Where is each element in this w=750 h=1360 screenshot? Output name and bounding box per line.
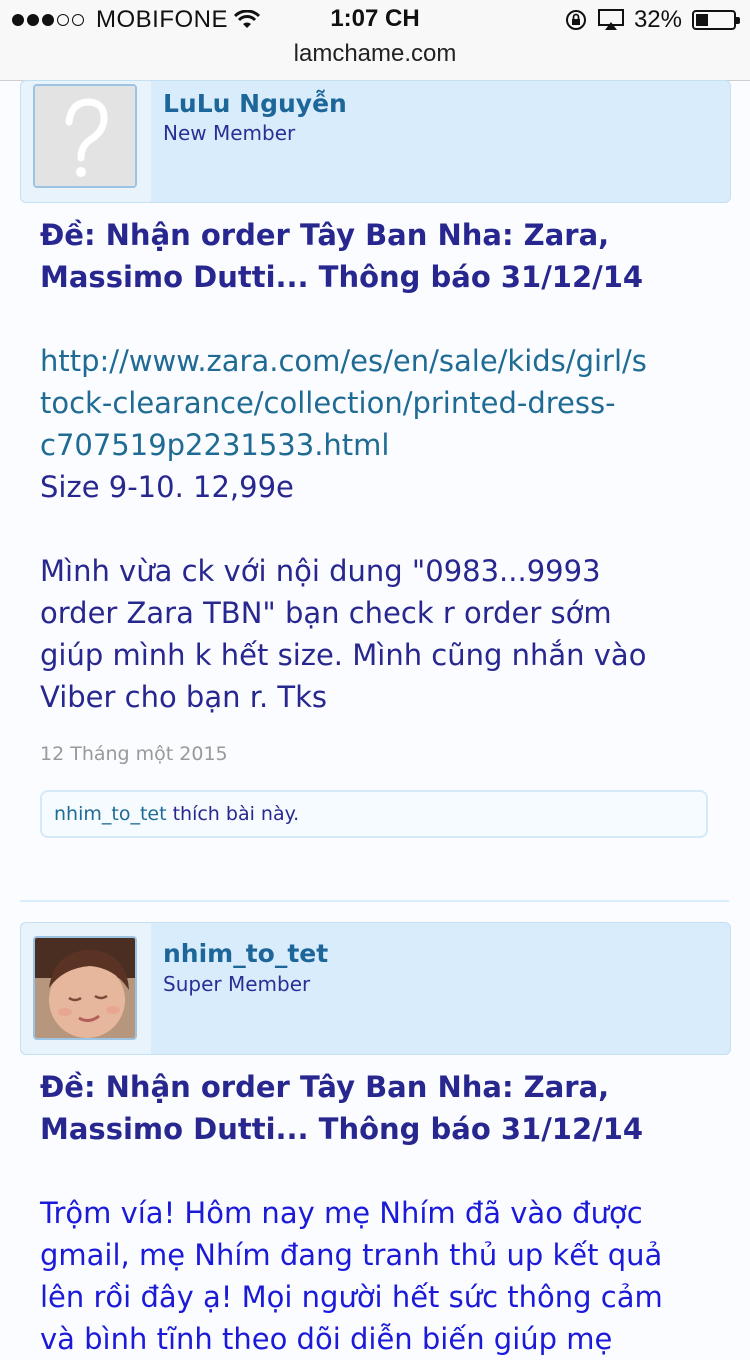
battery-icon — [692, 10, 740, 30]
avatar[interactable] — [33, 936, 137, 1040]
likes-text: thích bài này. — [166, 803, 300, 825]
author-info: nhim_to_tet Super Member — [20, 922, 731, 1055]
author-info: LuLu Nguyễn New Member — [20, 80, 731, 203]
battery-percent: 32% — [633, 6, 682, 33]
size-line: Size 9-10. 12,99e — [40, 470, 294, 504]
airplay-icon — [597, 9, 624, 30]
user-title: Super Member — [163, 972, 311, 996]
product-link[interactable]: http://www.zara.com/es/en/sale/kids/girl… — [40, 340, 720, 466]
liker-link[interactable]: nhim_to_tet — [54, 803, 167, 825]
likes-summary: nhim_to_tet thích bài này. — [40, 790, 708, 838]
post-title: Đề: Nhận order Tây Ban Nha: Zara, Massim… — [40, 218, 644, 294]
post-divider — [20, 900, 729, 902]
message-body-text: Trộm vía! Hôm nay mẹ Nhím đã vào được gm… — [40, 1196, 663, 1356]
avatar[interactable] — [33, 84, 137, 188]
post-title: Đề: Nhận order Tây Ban Nha: Zara, Massim… — [40, 1070, 644, 1146]
user-title: New Member — [163, 121, 296, 145]
message-body-text: Mình vừa ck với nội dung "0983...9993 or… — [40, 554, 647, 714]
question-mark-avatar-icon — [35, 86, 135, 186]
message-body: http://www.zara.com/es/en/sale/kids/girl… — [40, 340, 720, 508]
status-bar: MOBIFONE 1:07 CH 32% lamchame.com — [0, 0, 750, 81]
rotation-lock-icon — [565, 10, 586, 30]
child-photo-avatar-icon — [35, 938, 135, 1038]
username[interactable]: LuLu Nguyễn — [163, 89, 347, 118]
post-date[interactable]: 12 Tháng một 2015 — [40, 743, 228, 765]
address-bar-url[interactable]: lamchame.com — [0, 40, 750, 68]
username[interactable]: nhim_to_tet — [163, 939, 328, 968]
status-right: 32% — [564, 6, 740, 34]
